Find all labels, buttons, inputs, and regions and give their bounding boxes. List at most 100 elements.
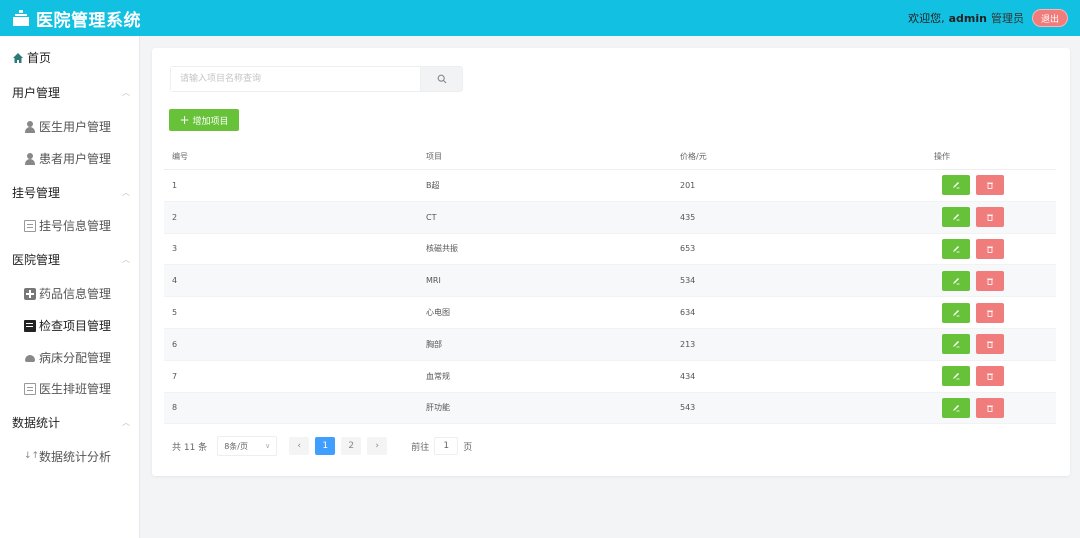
edit-button[interactable] <box>942 238 970 259</box>
chevron-down-icon: ∨ <box>265 442 271 450</box>
sidebar-group-label: 挂号管理 <box>12 186 61 200</box>
chevron-right-icon: › <box>375 441 379 451</box>
logout-button[interactable]: 退出 <box>1031 9 1068 27</box>
exam-items-table: 编号 项目 价格/元 操作 1 B超 201 2 CT 435 3 核磁共振 653 4 MRI 53… <box>164 144 1056 425</box>
chevron-left-icon: ‹ <box>297 441 301 451</box>
page-button-2[interactable]: 2 <box>341 437 362 455</box>
edit-button[interactable] <box>942 366 970 387</box>
calendar-icon <box>24 382 36 395</box>
username: admin <box>948 11 987 25</box>
cell-id: 2 <box>172 212 178 222</box>
edit-icon <box>953 182 960 189</box>
user-icon <box>24 152 36 165</box>
edit-icon <box>953 309 960 316</box>
column-header-actions: 操作 <box>934 152 950 161</box>
trash-icon <box>987 214 993 222</box>
sidebar-group-registration[interactable]: 挂号管理 ︿ <box>12 184 130 201</box>
cell-price: 653 <box>680 244 696 254</box>
sidebar-item-exam-items[interactable]: 检查项目管理 <box>24 317 111 334</box>
cell-name: 心电图 <box>426 308 450 318</box>
edit-button[interactable] <box>942 207 970 228</box>
delete-button[interactable] <box>976 366 1004 387</box>
goto-page-input[interactable]: 1 <box>434 437 459 455</box>
cell-actions <box>926 397 1056 418</box>
delete-button[interactable] <box>976 238 1004 259</box>
cell-id: 7 <box>172 371 178 381</box>
table-header: 编号 项目 价格/元 操作 <box>164 144 1056 170</box>
edit-button[interactable] <box>942 270 970 291</box>
delete-button[interactable] <box>976 397 1004 418</box>
trash-icon <box>987 405 993 412</box>
column-header-name: 项目 <box>426 152 442 161</box>
edit-button[interactable] <box>942 397 970 418</box>
cell-actions <box>926 302 1056 323</box>
search-button[interactable] <box>420 66 463 92</box>
cell-id: 3 <box>172 244 178 254</box>
delete-button[interactable] <box>976 175 1004 196</box>
cell-price: 534 <box>680 276 696 286</box>
pagination: 共 11 条 8条/页 ∨ ‹ 1 2 › 前往 1 页 <box>172 436 472 456</box>
table-row: 7 血常规 434 <box>164 361 1056 393</box>
edit-button[interactable] <box>942 175 970 196</box>
sidebar-group-label: 用户管理 <box>12 86 61 100</box>
edit-button[interactable] <box>942 302 970 323</box>
delete-button[interactable] <box>976 334 1004 355</box>
page-size-select[interactable]: 8条/页 ∨ <box>217 436 278 456</box>
sidebar-item-bed-allocation[interactable]: 病床分配管理 <box>24 349 111 366</box>
app-title: 医院管理系统 <box>36 10 141 31</box>
sidebar-item-label: 首页 <box>27 51 52 65</box>
cell-actions <box>926 334 1056 355</box>
sidebar-item-label: 医生排班管理 <box>39 382 112 396</box>
edit-button[interactable] <box>942 334 970 355</box>
sidebar-item-label: 数据统计分析 <box>39 450 112 464</box>
edit-icon <box>953 245 960 253</box>
cell-price: 434 <box>680 371 696 381</box>
medicine-icon <box>24 287 36 300</box>
trash-icon <box>987 310 993 317</box>
table-row: 1 B超 201 <box>164 170 1056 202</box>
search-icon <box>437 74 446 84</box>
sidebar-group-user[interactable]: 用户管理 ︿ <box>12 84 130 101</box>
sort-icon: ↓↑ <box>24 450 40 461</box>
top-header: 医院管理系统 欢迎您, admin 管理员 退出 <box>0 0 1080 36</box>
search-box <box>170 66 463 92</box>
sidebar-group-label: 数据统计 <box>12 416 61 430</box>
edit-icon <box>953 214 960 221</box>
sidebar-group-statistics[interactable]: 数据统计 ︿ <box>12 414 130 431</box>
cell-name: MRI <box>426 276 441 286</box>
sidebar-group-label: 医院管理 <box>12 253 61 267</box>
sidebar-item-statistics-analysis[interactable]: ↓↑ 数据统计分析 <box>24 448 111 465</box>
sidebar-item-medicine[interactable]: 药品信息管理 <box>24 285 111 302</box>
sidebar-item-doctor-schedule[interactable]: 医生排班管理 <box>24 380 111 397</box>
sidebar-item-registration-info[interactable]: 挂号信息管理 <box>24 217 111 234</box>
sidebar-item-patient-users[interactable]: 患者用户管理 <box>24 150 111 167</box>
welcome-label: 欢迎您, <box>908 12 945 25</box>
delete-button[interactable] <box>976 207 1004 228</box>
user-role: 管理员 <box>990 12 1024 25</box>
goto-label: 前往 <box>411 442 430 453</box>
list-icon <box>24 319 36 332</box>
plus-icon: + <box>179 113 190 127</box>
edit-icon <box>953 277 960 285</box>
trash-icon <box>987 246 993 253</box>
cell-name: 血常规 <box>426 371 450 381</box>
cell-price: 543 <box>680 403 696 413</box>
hospital-icon <box>12 10 30 26</box>
next-page-button[interactable]: › <box>367 437 388 455</box>
cell-actions <box>926 366 1056 387</box>
page-size-value: 8条/页 <box>224 441 248 451</box>
search-input[interactable] <box>170 66 420 92</box>
sidebar-item-label: 医生用户管理 <box>39 120 112 134</box>
cell-price: 213 <box>680 339 696 349</box>
sidebar-item-doctor-users[interactable]: 医生用户管理 <box>24 118 111 135</box>
add-item-button[interactable]: + 增加项目 <box>169 109 239 131</box>
delete-button[interactable] <box>976 270 1004 291</box>
sidebar-item-home[interactable]: 首页 <box>12 49 51 66</box>
prev-page-button[interactable]: ‹ <box>289 437 310 455</box>
cell-id: 4 <box>172 276 178 286</box>
sidebar-item-label: 挂号信息管理 <box>39 219 112 233</box>
sidebar-group-hospital[interactable]: 医院管理 ︿ <box>12 251 130 268</box>
sidebar-item-label: 药品信息管理 <box>39 287 112 301</box>
delete-button[interactable] <box>976 302 1004 323</box>
page-button-1[interactable]: 1 <box>315 437 336 455</box>
